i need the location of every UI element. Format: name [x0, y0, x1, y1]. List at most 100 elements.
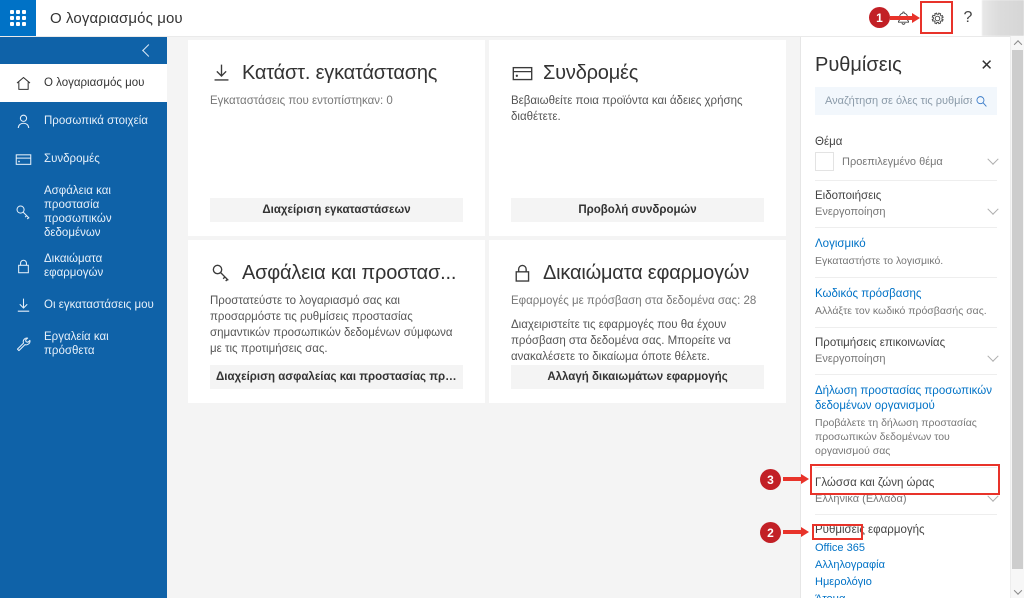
card-subtitle: Εγκαταστάσεις που εντοπίστηκαν: 0 — [210, 95, 393, 107]
annotation-arrow-3 — [783, 474, 809, 484]
setting-label: Γλώσσα και ζώνη ώρας — [815, 477, 935, 489]
manage-installs-button[interactable]: Διαχείριση εγκαταστάσεων — [210, 198, 463, 222]
download-icon — [14, 296, 40, 315]
page-scrollbar[interactable] — [1010, 36, 1024, 598]
app-link-people[interactable]: Άτομα — [815, 591, 997, 598]
manage-security-button[interactable]: Διαχείριση ασφαλείας και προστασίας προσ… — [210, 365, 463, 389]
sidebar-item-my-installs[interactable]: Οι εγκαταστάσεις μου — [0, 286, 167, 324]
settings-panel: Ρυθμίσεις ✕ Θέμα Προεπιλεγμένο θέμα Ειδο… — [800, 36, 1011, 598]
credit-card-icon — [14, 150, 40, 169]
settings-panel-header: Ρυθμίσεις ✕ — [815, 36, 997, 87]
setting-password: Κωδικός πρόσβασης Αλλάξτε τον κωδικό πρό… — [815, 277, 997, 327]
card-security-privacy: Ασφάλεια και προστασ... Προστατεύστε το … — [188, 240, 485, 403]
card-header: Δικαιώματα εφαρμογών — [511, 262, 764, 285]
setting-value: Ενεργοποίηση — [815, 206, 886, 218]
settings-highlight-box — [920, 1, 953, 34]
card-description: Διαχειριστείτε τις εφαρμογές που θα έχου… — [511, 319, 731, 363]
main-content: Κατάστ. εγκατάστασης Εγκαταστάσεις που ε… — [167, 36, 800, 598]
sidebar-item-label: Οι εγκαταστάσεις μου — [44, 299, 154, 311]
avatar[interactable] — [982, 0, 1024, 36]
credit-card-icon — [512, 66, 533, 81]
sidebar: Ο λογαριασμός μου Προσωπικά στοιχεία Συν… — [0, 36, 167, 598]
card-app-permissions: Δικαιώματα εφαρμογών Εφαρμογές με πρόσβα… — [489, 240, 786, 403]
privacy-statement-link[interactable]: Δήλωση προστασίας προσωπικών δεδομένων ο… — [815, 384, 997, 414]
password-link[interactable]: Κωδικός πρόσβασης — [815, 287, 997, 302]
setting-label: Προτιμήσεις επικοινωνίας — [815, 337, 946, 349]
setting-value: Προεπιλεγμένο θέμα — [842, 155, 943, 168]
chevron-down-icon — [987, 350, 999, 362]
language-selector[interactable]: Ελληνικά (Ελλάδα) — [815, 490, 999, 505]
setting-language-timezone: Γλώσσα και ζώνη ώρας Ελληνικά (Ελλάδα) — [815, 467, 999, 514]
card-description: Προστατεύστε το λογαριασμό σας και προσα… — [210, 295, 453, 355]
scrollbar-thumb[interactable] — [1012, 50, 1023, 569]
card-subscriptions: Συνδρομές Βεβαιωθείτε ποια προϊόντα και … — [489, 40, 786, 236]
setting-label: Θέμα — [815, 136, 843, 148]
sidebar-item-label: Εργαλεία και πρόσθετα — [44, 331, 109, 357]
app-settings-links: Office 365 Αλληλογραφία Ημερολόγιο Άτομα — [815, 540, 997, 598]
key-icon — [212, 264, 229, 282]
privacy-statement-description: Προβάλετε τη δήλωση προστασίας προσωπικώ… — [815, 417, 977, 457]
chevron-down-icon — [1013, 585, 1022, 595]
wrench-icon — [14, 335, 40, 354]
setting-label: Ειδοποιήσεις — [815, 190, 882, 202]
sidebar-item-label: Ασφάλεια και προστασία προσωπικών δεδομέ… — [44, 185, 112, 239]
chevron-left-icon — [142, 43, 155, 57]
sidebar-item-label: Προσωπικά στοιχεία — [44, 115, 148, 127]
help-button[interactable]: ? — [954, 0, 982, 36]
scroll-up-button[interactable] — [1011, 36, 1024, 49]
setting-theme: Θέμα Προεπιλεγμένο θέμα — [815, 127, 999, 180]
setting-value: Ενεργοποίηση — [815, 353, 886, 365]
account-page: Ο λογαριασμός μου ? 1 Ο λογαριασμός μου … — [0, 0, 1024, 598]
annotation-arrow-2 — [783, 527, 809, 537]
sidebar-collapse-button[interactable] — [0, 36, 167, 64]
annotation-badge-1: 1 — [869, 7, 890, 28]
software-description: Εγκαταστήστε το λογισμικό. — [815, 255, 944, 267]
card-install-status: Κατάστ. εγκατάστασης Εγκαταστάσεις που ε… — [188, 40, 485, 236]
search-input[interactable] — [823, 94, 974, 108]
setting-contact-preferences: Προτιμήσεις επικοινωνίας Ενεργοποίηση — [815, 327, 999, 374]
sidebar-item-label: Ο λογαριασμός μου — [44, 77, 145, 89]
card-title: Κατάστ. εγκατάστασης — [242, 62, 438, 84]
sidebar-item-label: Δικαιώματα εφαρμογών — [44, 253, 104, 279]
settings-search[interactable] — [815, 87, 997, 115]
setting-software: Λογισμικό Εγκαταστήστε το λογισμικό. — [815, 227, 997, 277]
password-description: Αλλάξτε τον κωδικό πρόσβασής σας. — [815, 305, 987, 317]
setting-privacy-statement: Δήλωση προστασίας προσωπικών δεδομένων ο… — [815, 374, 997, 467]
settings-button[interactable] — [920, 0, 954, 36]
close-icon[interactable]: ✕ — [976, 56, 997, 75]
sidebar-item-app-permissions[interactable]: Δικαιώματα εφαρμογών — [0, 246, 167, 286]
setting-value: Ελληνικά (Ελλάδα) — [815, 493, 907, 505]
chevron-down-icon — [987, 490, 999, 502]
theme-selector[interactable]: Προεπιλεγμένο θέμα — [815, 152, 999, 171]
waffle-menu-icon[interactable] — [0, 0, 36, 36]
scroll-down-button[interactable] — [1011, 585, 1024, 598]
contact-preferences-selector[interactable]: Ενεργοποίηση — [815, 350, 999, 365]
sidebar-item-subscriptions[interactable]: Συνδρομές — [0, 140, 167, 178]
person-icon — [14, 112, 40, 131]
app-link-calendar[interactable]: Ημερολόγιο — [815, 574, 997, 591]
card-header: Συνδρομές — [511, 62, 764, 85]
search-icon — [976, 95, 987, 107]
change-app-permissions-button[interactable]: Αλλαγή δικαιωμάτων εφαρμογής — [511, 365, 764, 389]
setting-label: Ρυθμίσεις εφαρμογής — [815, 524, 925, 536]
app-link-mail[interactable]: Αλληλογραφία — [815, 557, 997, 574]
app-link-office365[interactable]: Office 365 — [815, 540, 997, 557]
settings-panel-title: Ρυθμίσεις — [815, 54, 902, 76]
sidebar-item-personal-info[interactable]: Προσωπικά στοιχεία — [0, 102, 167, 140]
sidebar-item-tools-addins[interactable]: Εργαλεία και πρόσθετα — [0, 324, 167, 364]
annotation-arrow-1 — [890, 13, 920, 23]
card-title: Δικαιώματα εφαρμογών — [543, 262, 750, 284]
page-title: Ο λογαριασμός μου — [50, 9, 183, 27]
card-header: Κατάστ. εγκατάστασης — [210, 62, 463, 85]
notifications-selector[interactable]: Ενεργοποίηση — [815, 203, 999, 218]
annotation-badge-3: 3 — [760, 469, 781, 490]
sidebar-item-security-privacy[interactable]: Ασφάλεια και προστασία προσωπικών δεδομέ… — [0, 178, 167, 246]
card-header: Ασφάλεια και προστασ... — [210, 262, 463, 285]
view-subscriptions-button[interactable]: Προβολή συνδρομών — [511, 198, 764, 222]
card-subtitle: Εφαρμογές με πρόσβαση στα δεδομένα σας: … — [511, 295, 757, 307]
download-icon — [214, 64, 229, 81]
lock-icon — [14, 257, 40, 276]
theme-swatch — [815, 152, 834, 171]
software-link[interactable]: Λογισμικό — [815, 237, 997, 252]
sidebar-item-my-account[interactable]: Ο λογαριασμός μου — [0, 64, 167, 102]
